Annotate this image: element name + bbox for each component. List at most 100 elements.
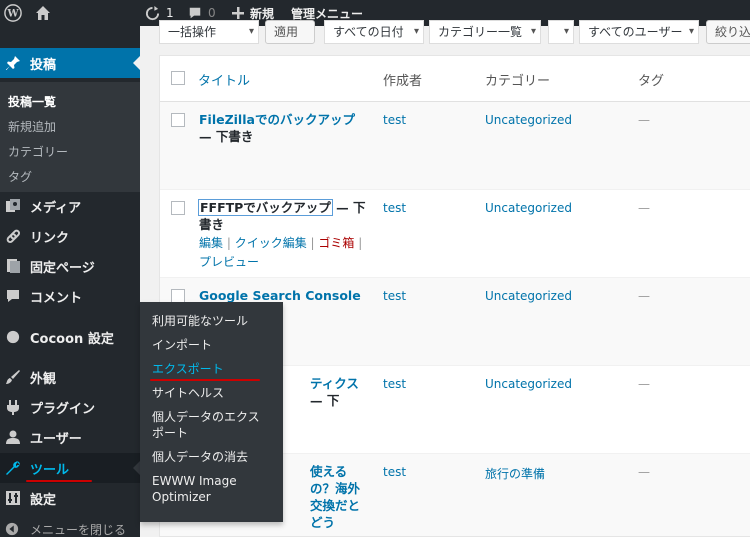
- submenu-all-posts[interactable]: 投稿一覧: [0, 90, 140, 115]
- settings-label: 設定: [30, 492, 57, 508]
- select-all-checkbox[interactable]: [171, 71, 185, 85]
- sidebar-item-posts[interactable]: 投稿: [0, 48, 140, 78]
- flyout-site-health[interactable]: サイトヘルス: [140, 381, 283, 405]
- post-title-link[interactable]: FileZillaでのバックアップ: [199, 112, 355, 127]
- post-title-link[interactable]: FFFTPでバックアップ: [198, 199, 333, 216]
- category-filter-select[interactable]: カテゴリー一覧: [429, 20, 541, 44]
- post-author[interactable]: test: [383, 113, 406, 127]
- links-label: リンク: [30, 230, 70, 246]
- header-title[interactable]: タイトル: [198, 70, 250, 89]
- svg-text:W: W: [6, 9, 19, 20]
- post-category[interactable]: Uncategorized: [485, 377, 572, 391]
- user-filter-select[interactable]: すべてのユーザー: [579, 20, 699, 44]
- pushpin-icon: [5, 55, 21, 71]
- admin-sidebar: 投稿 投稿一覧 新規追加 カテゴリー タグ メディア リンク 固定ページ コメン…: [0, 26, 140, 537]
- post-category[interactable]: Uncategorized: [485, 113, 572, 127]
- collapse-icon: [5, 522, 19, 536]
- post-tag: —: [638, 465, 650, 479]
- manage-menu-label: 管理メニュー: [291, 6, 364, 21]
- table-row: FileZillaでのバックアップ — 下書き test Uncategoriz…: [160, 102, 750, 190]
- comments-icon: [5, 288, 21, 304]
- sidebar-item-comments[interactable]: コメント: [0, 281, 140, 311]
- post-author[interactable]: test: [383, 201, 406, 215]
- post-title-cell: FFFTPでバックアップ — 下書き: [198, 199, 369, 233]
- cocoon-icon: [5, 330, 21, 344]
- submenu-tags[interactable]: タグ: [0, 165, 140, 190]
- collapse-menu-button[interactable]: メニューを閉じる: [0, 515, 140, 537]
- row-actions: 編集 | クイック編集 | ゴミ箱 | プレビュー: [199, 236, 363, 269]
- format-filter-select[interactable]: [548, 20, 574, 44]
- comment-icon: [188, 6, 202, 20]
- edit-link[interactable]: 編集: [199, 236, 223, 250]
- date-filter-select[interactable]: すべての日付: [324, 20, 424, 44]
- wordpress-logo-icon[interactable]: W: [4, 0, 22, 26]
- sidebar-item-plugins[interactable]: プラグイン: [0, 392, 140, 422]
- post-title-link[interactable]: Google Search Console: [199, 288, 361, 303]
- table-header: タイトル 作成者 カテゴリー タグ: [160, 56, 750, 102]
- preview-link[interactable]: プレビュー: [199, 255, 259, 269]
- quick-edit-link[interactable]: クイック編集: [235, 236, 307, 250]
- flyout-erase-personal-data[interactable]: 個人データの消去: [140, 445, 283, 469]
- sidebar-item-users[interactable]: ユーザー: [0, 422, 140, 452]
- post-category[interactable]: 旅行の準備: [485, 465, 545, 482]
- sidebar-item-links[interactable]: リンク: [0, 221, 140, 251]
- row-checkbox[interactable]: [171, 201, 185, 215]
- settings-icon: [5, 490, 21, 506]
- home-icon[interactable]: [35, 0, 51, 26]
- sidebar-item-settings[interactable]: 設定: [0, 483, 140, 513]
- flyout-available-tools[interactable]: 利用可能なツール: [140, 309, 283, 333]
- post-title-cell: FileZillaでのバックアップ — 下書き: [199, 111, 369, 145]
- post-tag: —: [638, 113, 650, 127]
- post-author[interactable]: test: [383, 377, 406, 391]
- tools-flyout-menu: 利用可能なツール インポート エクスポート サイトヘルス 個人データのエクスポー…: [140, 302, 283, 522]
- flyout-import[interactable]: インポート: [140, 333, 283, 357]
- paintbrush-icon: [5, 369, 21, 385]
- post-category[interactable]: Uncategorized: [485, 289, 572, 303]
- row-checkbox[interactable]: [171, 113, 185, 127]
- header-author: 作成者: [383, 74, 423, 89]
- row-checkbox[interactable]: [171, 289, 185, 303]
- cocoon-label: Cocoon 設定: [30, 331, 114, 347]
- sidebar-item-cocoon[interactable]: Cocoon 設定: [0, 322, 140, 352]
- post-title-cell: 使えるの？海外 交換だとどう: [310, 463, 372, 531]
- sidebar-item-appearance[interactable]: 外観: [0, 362, 140, 392]
- comments-count: 0: [208, 6, 216, 20]
- table-row: FFFTPでバックアップ — 下書き 編集 | クイック編集 | ゴミ箱 | プ…: [160, 190, 750, 278]
- post-category[interactable]: Uncategorized: [485, 201, 572, 215]
- post-state: — 下書き: [199, 129, 254, 144]
- table-filters: 一括操作 適用 すべての日付 カテゴリー一覧 すべてのユーザー 絞り込: [140, 20, 750, 46]
- appearance-label: 外観: [30, 371, 57, 387]
- plus-icon: [232, 7, 244, 19]
- comments-label: コメント: [30, 290, 83, 306]
- header-tag: タグ: [638, 74, 665, 89]
- post-title-cell: ティクス — 下: [310, 375, 370, 409]
- export-annotation-underline: [150, 379, 260, 381]
- bulk-action-select[interactable]: 一括操作: [159, 20, 259, 44]
- header-category: カテゴリー: [485, 74, 551, 89]
- submenu-add-new[interactable]: 新規追加: [0, 115, 140, 140]
- tools-annotation-underline: [26, 480, 92, 482]
- post-title-link[interactable]: 使えるの？海外 交換だとどう: [310, 464, 360, 530]
- flyout-export-personal-data[interactable]: 個人データのエクスポート: [140, 405, 283, 445]
- flyout-ewww-image-optimizer[interactable]: EWWW Image Optimizer: [140, 469, 283, 509]
- post-title-link[interactable]: ティクス: [310, 376, 359, 391]
- filter-button[interactable]: 絞り込: [706, 20, 750, 44]
- flyout-export[interactable]: エクスポート: [140, 357, 283, 381]
- post-author[interactable]: test: [383, 289, 406, 303]
- plugins-label: プラグイン: [30, 401, 96, 417]
- sidebar-item-tools[interactable]: ツール: [0, 453, 140, 483]
- users-label: ユーザー: [30, 431, 82, 447]
- link-icon: [5, 228, 21, 244]
- media-label: メディア: [30, 200, 82, 216]
- apply-button[interactable]: 適用: [265, 20, 315, 44]
- post-tag: —: [638, 377, 650, 391]
- sidebar-item-media[interactable]: メディア: [0, 191, 140, 221]
- pages-label: 固定ページ: [30, 260, 95, 276]
- trash-link[interactable]: ゴミ箱: [318, 236, 354, 250]
- post-author[interactable]: test: [383, 465, 406, 479]
- submenu-categories[interactable]: カテゴリー: [0, 140, 140, 165]
- post-tag: —: [638, 201, 650, 215]
- new-label: 新規: [250, 6, 275, 21]
- sidebar-item-pages[interactable]: 固定ページ: [0, 251, 140, 281]
- user-icon: [5, 429, 21, 445]
